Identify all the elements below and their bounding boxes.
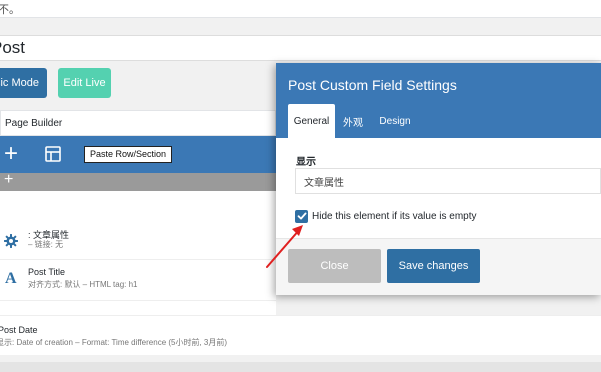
tab-label: General — [293, 115, 330, 127]
annotation-arrow-icon — [266, 225, 303, 268]
custom-field-settings-dialog: Post Custom Field Settings General 外观 De… — [276, 63, 601, 295]
page-builder-header: Page Builder — [0, 110, 276, 136]
dialog-title: Post Custom Field Settings — [288, 77, 457, 93]
module-subtitle: – 链接: 无 — [28, 240, 64, 249]
basic-mode-label: Basic Mode — [0, 77, 39, 89]
svg-text:A: A — [5, 270, 17, 285]
row-toolbar: + — [0, 171, 276, 191]
module-title: Post Title — [28, 267, 66, 277]
close-button-label: Close — [320, 260, 349, 272]
dialog-footer: Close Save changes — [276, 238, 601, 295]
edit-live-button[interactable]: Edit Live — [58, 68, 111, 98]
display-field-label: 显示 — [296, 157, 316, 168]
edit-live-label: Edit Live — [63, 77, 106, 89]
tab-design[interactable]: Design — [374, 104, 416, 138]
paste-row-tooltip: Paste Row/Section — [84, 146, 173, 163]
display-field[interactable] — [295, 168, 601, 194]
tab-label: Design — [379, 115, 411, 127]
hide-if-empty-label: Hide this element if its value is empty — [312, 210, 477, 222]
module-item-post-title[interactable]: A Post Title 对齐方式: 默认 – HTML tag: h1 — [0, 261, 276, 301]
letter-a-icon: A — [4, 269, 18, 290]
dialog-header: Post Custom Field Settings General 外观 De… — [276, 63, 601, 138]
module-item-post-date[interactable]: Post Date 显示: Date of creation – Format:… — [0, 315, 601, 355]
admin-notice-text: 不。 — [0, 4, 20, 16]
add-module-icon[interactable]: + — [4, 140, 18, 168]
module-subtitle: 对齐方式: 默认 – HTML tag: h1 — [28, 280, 138, 289]
layout-icon[interactable] — [45, 146, 61, 167]
tab-general[interactable]: General — [288, 104, 335, 138]
tab-appearance[interactable]: 外观 — [340, 104, 366, 138]
basic-mode-button[interactable]: Basic Mode — [0, 68, 47, 98]
module-title: Post Date — [0, 325, 38, 335]
add-row-icon[interactable]: + — [4, 171, 13, 189]
module-item-custom-field[interactable]: : 文章属性 – 链接: 无 — [0, 224, 276, 260]
admin-notice: 不。 — [0, 0, 601, 18]
save-button-label: Save changes — [398, 260, 469, 272]
gear-icon — [4, 234, 18, 253]
post-title-input[interactable] — [0, 36, 601, 60]
bottom-divider — [0, 362, 601, 372]
module-subtitle: 显示: Date of creation – Format: Time diff… — [0, 338, 228, 347]
tab-label: 外观 — [343, 117, 363, 129]
post-title-field[interactable] — [0, 35, 601, 61]
page-root: 不。 Basic Mode Edit Live Page Builder + P… — [0, 0, 601, 372]
module-list: : 文章属性 – 链接: 无 A Post Title 对齐方式: 默认 – H… — [0, 191, 276, 317]
display-field-input[interactable] — [296, 169, 600, 193]
hide-if-empty-row[interactable]: Hide this element if its value is empty — [295, 209, 477, 223]
save-changes-button[interactable]: Save changes — [387, 249, 480, 283]
page-builder-title: Page Builder — [5, 118, 63, 129]
